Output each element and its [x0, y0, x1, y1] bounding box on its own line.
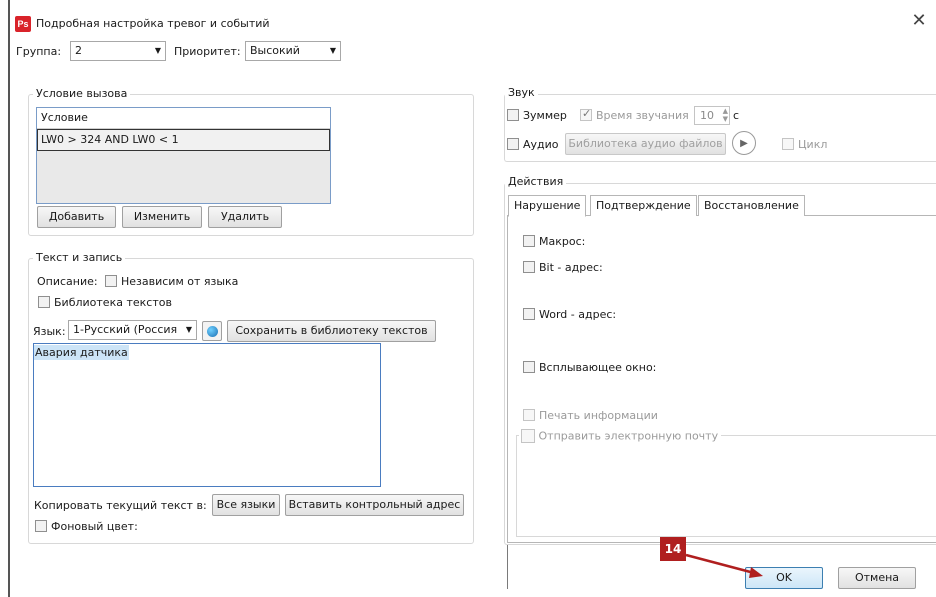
annotation-arrow-head [749, 567, 763, 578]
annotation-arrow-line [685, 553, 759, 576]
annotation-arrow [685, 553, 763, 578]
